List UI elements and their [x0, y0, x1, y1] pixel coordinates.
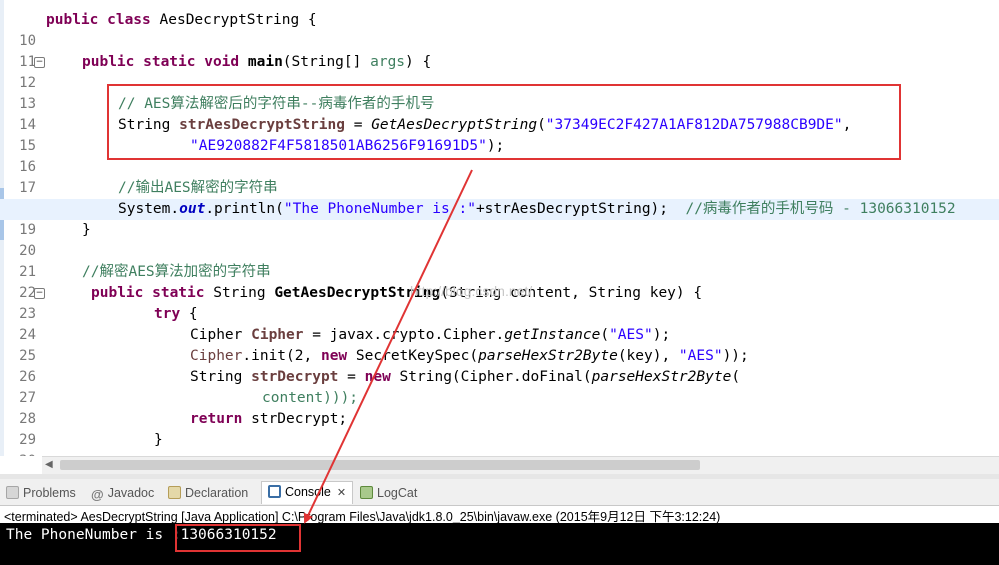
code-line-17[interactable]: 17 — [0, 157, 999, 196]
console-output-area[interactable]: The PhoneNumber is :13066310152 — [0, 523, 999, 565]
code-line-15[interactable]: 15 String strAesDecryptString = GetAesDe… — [0, 115, 999, 154]
code-line-27[interactable]: 27 String strDecrypt = new String(Cipher… — [0, 367, 999, 406]
watermark: http://blog.csdn.net/ — [410, 283, 533, 299]
horizontal-scrollbar[interactable]: ◀ — [42, 456, 999, 474]
code-line-16[interactable]: 16 "AE920882F4F5818501AB6256F91691D5"); — [0, 136, 999, 175]
code-line-28[interactable]: 28 content))); — [0, 388, 999, 427]
bottom-panel-tabs: Problems @ Javadoc Declaration Console ✕ L… — [0, 479, 999, 506]
tab-problems[interactable]: Problems — [6, 483, 76, 503]
tab-javadoc[interactable]: @ Javadoc — [91, 483, 154, 503]
code-line-24[interactable]: 24 try { — [0, 304, 999, 343]
code-line-29[interactable]: 29 return strDecrypt; — [0, 409, 999, 448]
fold-toggle-icon[interactable]: − — [34, 57, 45, 68]
close-icon[interactable]: ✕ — [337, 487, 346, 499]
code-line-12[interactable]: 12 − public static void main(String[] ar… — [0, 52, 999, 91]
code-line-21[interactable]: 21 — [0, 241, 999, 280]
logcat-icon — [360, 486, 373, 499]
fold-toggle-icon[interactable]: − — [34, 288, 45, 299]
code-line-20[interactable]: 20 } — [0, 220, 999, 259]
declaration-icon — [168, 486, 181, 499]
code-line-10[interactable]: 10 public class AesDecryptString { — [0, 10, 999, 49]
code-line-26[interactable]: 26 Cipher.init(2, new SecretKeySpec(pars… — [0, 346, 999, 385]
code-line-25[interactable]: 25 Cipher Cipher = javax.crypto.Cipher.g… — [0, 325, 999, 364]
console-output-text: The PhoneNumber is :13066310152 — [6, 527, 277, 543]
code-line-30[interactable]: 30 } — [0, 430, 999, 456]
at-sign-icon: @ — [91, 487, 104, 502]
tab-declaration[interactable]: Declaration — [168, 483, 248, 503]
scrollbar-thumb[interactable] — [60, 460, 700, 470]
console-icon — [268, 485, 281, 498]
code-editor[interactable]: 10 public class AesDecryptString { 11 12… — [0, 0, 999, 456]
code-line-19[interactable]: 19 System.out.println("The PhoneNumber i… — [0, 199, 999, 238]
scroll-left-icon[interactable]: ◀ — [45, 459, 53, 470]
tab-logcat[interactable]: LogCat — [360, 483, 417, 503]
problems-icon — [6, 486, 19, 499]
tab-console[interactable]: Console ✕ — [261, 481, 354, 504]
code-line-14[interactable]: 14 // AES算法解密后的字符串--病毒作者的手机号 — [0, 94, 999, 133]
code-line-18[interactable]: 18 //输出AES解密的字符串 — [0, 178, 999, 217]
code-line-11[interactable]: 11 — [0, 31, 999, 70]
code-line-22[interactable]: 22 //解密AES算法加密的字符串 — [0, 262, 999, 301]
code-line-13[interactable]: 13 — [0, 73, 999, 112]
